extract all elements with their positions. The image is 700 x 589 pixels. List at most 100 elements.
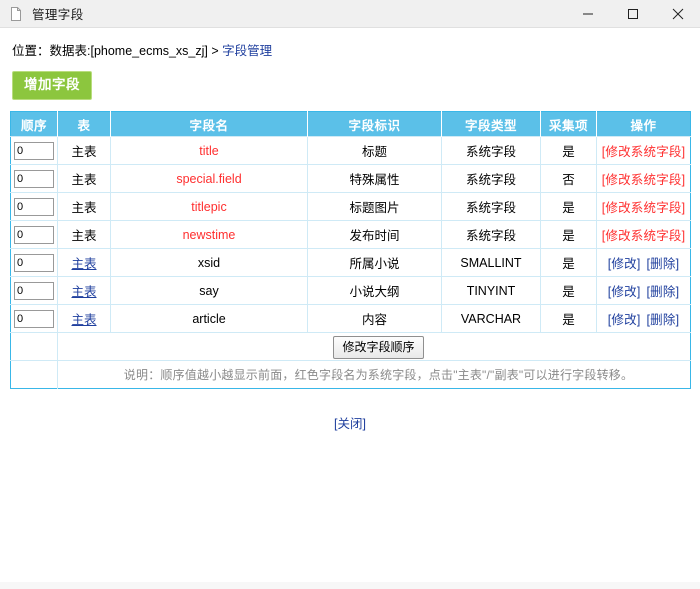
delete-field-link[interactable]: [删除] — [647, 257, 680, 271]
cell-order — [11, 221, 58, 249]
field-name-text: article — [192, 312, 225, 326]
cell-collect-flag: 是 — [541, 193, 597, 221]
cell-collect-flag: 否 — [541, 165, 597, 193]
cell-field-label: 标题图片 — [308, 193, 442, 221]
order-input[interactable] — [14, 142, 54, 160]
cell-table: 主表 — [58, 193, 111, 221]
help-note-text: 说明：顺序值越小越显示前面，红色字段名为系统字段，点击"主表"/"副表"可以进行… — [124, 368, 633, 382]
breadcrumb-separator: > — [208, 44, 222, 58]
field-name-text: say — [199, 284, 218, 298]
cell-order — [11, 277, 58, 305]
order-input[interactable] — [14, 254, 54, 272]
cell-table: 主表 — [58, 137, 111, 165]
cell-field-name: say — [111, 277, 308, 305]
header-label: 字段标识 — [308, 112, 442, 137]
window-titlebar: 管理字段 — [0, 0, 700, 28]
cell-table: 主表 — [58, 249, 111, 277]
table-transfer-link[interactable]: 主表 — [71, 313, 96, 327]
order-input[interactable] — [14, 226, 54, 244]
table-row: 主表say小说大纲TINYINT是[修改][删除] — [11, 277, 691, 305]
edit-system-field-link[interactable]: [修改系统字段] — [602, 229, 686, 243]
edit-system-field-link[interactable]: [修改系统字段] — [602, 173, 686, 187]
order-input[interactable] — [14, 170, 54, 188]
document-icon — [8, 6, 24, 22]
cell-order — [11, 137, 58, 165]
close-link[interactable]: [关闭] — [334, 417, 366, 431]
minimize-icon[interactable] — [565, 0, 610, 28]
field-name-text: title — [199, 144, 218, 158]
edit-field-link[interactable]: [修改] — [608, 313, 641, 327]
cell-field-type: 系统字段 — [442, 193, 541, 221]
reorder-fields-button[interactable]: 修改字段顺序 — [333, 336, 423, 359]
cell-collect-flag: 是 — [541, 221, 597, 249]
maximize-icon[interactable] — [610, 0, 655, 28]
edit-system-field-link[interactable]: [修改系统字段] — [602, 201, 686, 215]
cell-order — [11, 165, 58, 193]
cell-field-name: titlepic — [111, 193, 308, 221]
cell-field-type: SMALLINT — [442, 249, 541, 277]
cell-field-name: special.field — [111, 165, 308, 193]
table-name-text: 主表 — [71, 145, 96, 159]
table-row: 主表title标题系统字段是[修改系统字段] — [11, 137, 691, 165]
header-type: 字段类型 — [442, 112, 541, 137]
field-name-text: newstime — [183, 228, 236, 242]
cell-collect-flag: 是 — [541, 137, 597, 165]
table-header-row: 顺序 表 字段名 字段标识 字段类型 采集项 操作 — [11, 112, 691, 137]
add-field-button[interactable]: 增加字段 — [12, 71, 92, 100]
edit-system-field-link[interactable]: [修改系统字段] — [602, 145, 686, 159]
cell-collect-flag: 是 — [541, 277, 597, 305]
edit-field-link[interactable]: [修改] — [608, 285, 641, 299]
order-input[interactable] — [14, 282, 54, 300]
cell-order — [11, 249, 58, 277]
breadcrumb-current[interactable]: 字段管理 — [222, 44, 272, 58]
order-input[interactable] — [14, 310, 54, 328]
cell-field-type: 系统字段 — [442, 137, 541, 165]
window-title: 管理字段 — [32, 4, 565, 23]
table-transfer-link[interactable]: 主表 — [71, 257, 96, 271]
close-icon[interactable] — [655, 0, 700, 28]
footer-action-cell: 修改字段顺序 — [58, 333, 691, 361]
cell-field-label: 内容 — [308, 305, 442, 333]
footer-note-cell: 说明：顺序值越小越显示前面，红色字段名为系统字段，点击"主表"/"副表"可以进行… — [58, 361, 691, 389]
cell-field-name: xsid — [111, 249, 308, 277]
field-name-text: special.field — [176, 172, 241, 186]
field-table-body: 主表title标题系统字段是[修改系统字段]主表special.field特殊属… — [11, 137, 691, 333]
cell-operations: [修改系统字段] — [597, 221, 691, 249]
order-input[interactable] — [14, 198, 54, 216]
cell-order — [11, 305, 58, 333]
cell-order — [11, 193, 58, 221]
cell-operations: [修改] [删除] — [597, 277, 691, 305]
delete-field-link[interactable]: [删除] — [647, 313, 680, 327]
header-order: 顺序 — [11, 112, 58, 137]
table-row: 主表titlepic标题图片系统字段是 [修改系统字段] — [11, 193, 691, 221]
cell-operations: [修改系统字段] — [597, 165, 691, 193]
table-row: 主表 article 内容VARCHAR是 [修改] [删除] — [11, 305, 691, 333]
table-row: 主表special.field特殊属性系统字段否[修改系统字段] — [11, 165, 691, 193]
table-row: 主表xsid所属小说SMALLINT是[修改][删除] — [11, 249, 691, 277]
table-row: 主表newstime发布时间系统字段是[修改系统字段] — [11, 221, 691, 249]
page-content: 位置：数据表:[phome_ecms_xs_zj] > 字段管理 增加字段 顺序… — [0, 28, 700, 589]
cell-field-name: title — [111, 137, 308, 165]
cell-field-type: 系统字段 — [442, 165, 541, 193]
cell-collect-flag: 是 — [541, 305, 597, 333]
cell-table: 主表 — [58, 277, 111, 305]
delete-field-link[interactable]: [删除] — [647, 285, 680, 299]
cell-table: 主表 — [58, 165, 111, 193]
footer-note-spacer-cell — [11, 361, 58, 389]
table-name-text: 主表 — [71, 173, 96, 187]
cell-operations: [修改系统字段] — [597, 193, 691, 221]
cell-field-name: article — [111, 305, 308, 333]
field-table: 顺序 表 字段名 字段标识 字段类型 采集项 操作 主表title标题系统字段是… — [10, 111, 691, 389]
table-footer-note-row: 说明：顺序值越小越显示前面，红色字段名为系统字段，点击"主表"/"副表"可以进行… — [11, 361, 691, 389]
cell-field-label: 所属小说 — [308, 249, 442, 277]
toolbar: 增加字段 — [0, 60, 700, 100]
cell-field-type: VARCHAR — [442, 305, 541, 333]
cell-operations: [修改] [删除] — [597, 249, 691, 277]
field-table-container: 顺序 表 字段名 字段标识 字段类型 采集项 操作 主表title标题系统字段是… — [0, 100, 700, 389]
cell-table: 主表 — [58, 221, 111, 249]
field-name-text: xsid — [198, 256, 220, 270]
table-name-text: 主表 — [71, 229, 96, 243]
cell-field-label: 发布时间 — [308, 221, 442, 249]
edit-field-link[interactable]: [修改] — [608, 257, 641, 271]
table-transfer-link[interactable]: 主表 — [71, 285, 96, 299]
